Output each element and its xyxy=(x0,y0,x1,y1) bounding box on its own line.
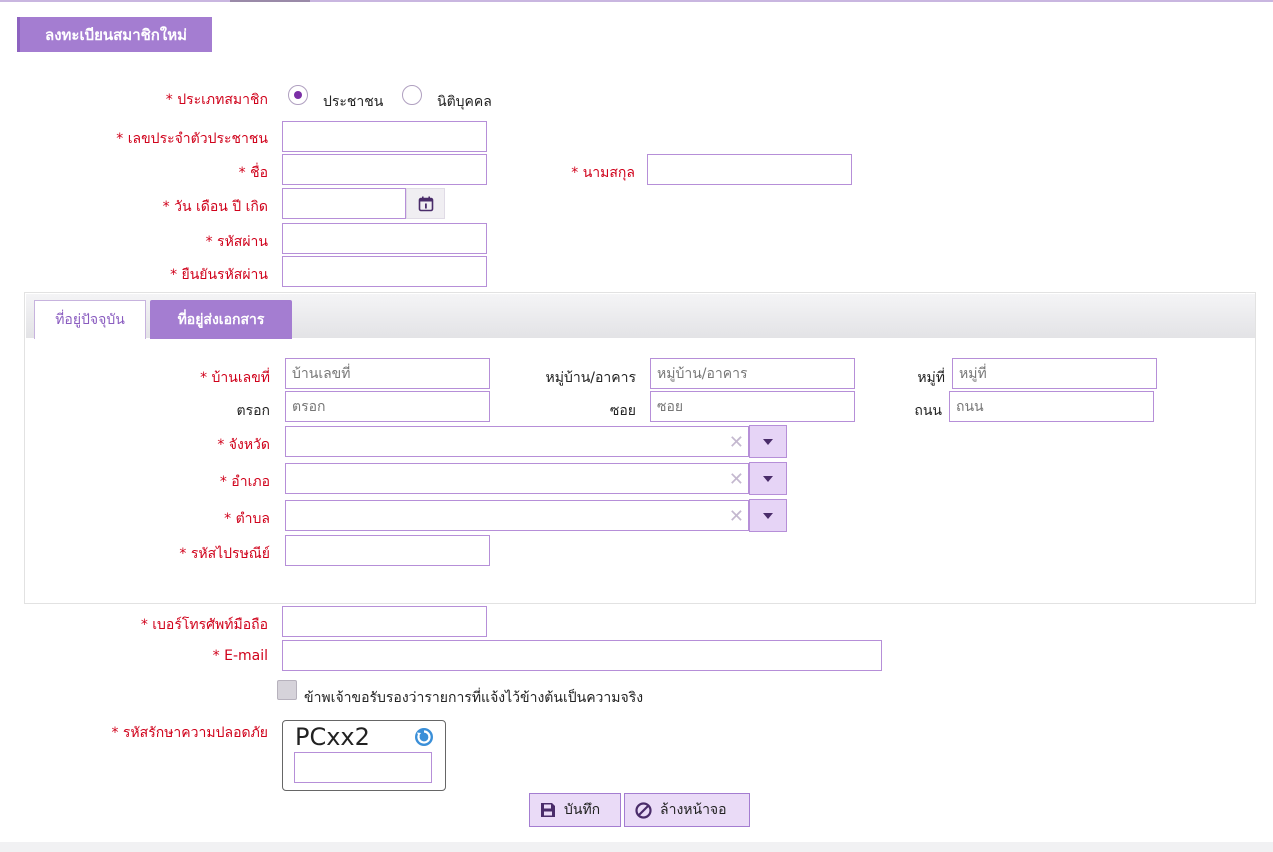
radio-member-individual[interactable] xyxy=(288,85,308,105)
birth-date-input[interactable] xyxy=(282,188,406,219)
alley-input[interactable] xyxy=(285,391,490,422)
mobile-label: * เบอร์โทรศัพท์มือถือ xyxy=(140,617,268,633)
last-name-label: * นามสกุล xyxy=(571,165,635,181)
captcha-label: * รหัสรักษาความปลอดภัย xyxy=(111,725,268,741)
address-tab-bar: ที่อยู่ปัจจุบัน ที่อยู่ส่งเอกสาร xyxy=(26,294,1255,339)
id-card-label: * เลขประจำตัวประชาชน xyxy=(116,131,268,147)
radio-member-juristic-label: นิติบุคคล xyxy=(437,94,492,110)
calendar-icon xyxy=(418,196,433,211)
tab-current-address[interactable]: ที่อยู่ปัจจุบัน xyxy=(34,300,146,339)
first-name-label: * ชื่อ xyxy=(238,165,268,181)
chevron-down-icon xyxy=(763,438,773,445)
save-button-label: บันทึก xyxy=(564,802,601,818)
refresh-icon[interactable] xyxy=(414,727,434,751)
ban-icon xyxy=(635,801,652,819)
district-select[interactable]: ✕ xyxy=(285,463,749,494)
clear-icon[interactable]: ✕ xyxy=(729,469,744,490)
clear-button[interactable]: ล้างหน้าจอ xyxy=(624,793,750,827)
top-border xyxy=(0,0,1273,2)
road-input[interactable] xyxy=(949,391,1154,422)
alley-label: ตรอก xyxy=(236,403,271,419)
id-card-input[interactable] xyxy=(282,121,487,152)
save-button[interactable]: บันทึก xyxy=(529,793,621,827)
first-name-input[interactable] xyxy=(282,154,487,185)
district-dropdown-button[interactable] xyxy=(749,462,787,495)
confirm-password-input[interactable] xyxy=(282,256,487,287)
certify-checkbox[interactable] xyxy=(277,680,297,700)
password-label: * รหัสผ่าน xyxy=(205,234,268,250)
moo-input[interactable] xyxy=(952,358,1157,389)
postcode-label: * รหัสไปรษณีย์ xyxy=(179,546,270,562)
moo-label: หมู่ที่ xyxy=(917,370,945,386)
captcha-code: PCxx2 xyxy=(295,723,370,751)
birth-date-label: * วัน เดือน ปี เกิด xyxy=(162,199,268,215)
village-label: หมู่บ้าน/อาคาร xyxy=(545,370,636,386)
last-name-input[interactable] xyxy=(647,154,852,185)
calendar-button[interactable] xyxy=(406,188,445,219)
captcha-box: PCxx2 xyxy=(282,720,446,791)
password-input[interactable] xyxy=(282,223,487,254)
house-no-label: * บ้านเลขที่ xyxy=(200,370,270,386)
clear-icon[interactable]: ✕ xyxy=(729,432,744,453)
tab-mailing-address[interactable]: ที่อยู่ส่งเอกสาร xyxy=(150,300,292,339)
certify-text: ข้าพเจ้าขอรับรองว่ารายการที่แจ้งไว้ข้างต… xyxy=(304,690,644,706)
soi-label: ซอย xyxy=(609,403,636,419)
province-dropdown-button[interactable] xyxy=(749,425,787,458)
subdistrict-select[interactable]: ✕ xyxy=(285,500,749,531)
footer-bar xyxy=(0,842,1273,852)
province-label: * จังหวัด xyxy=(217,437,270,453)
email-input[interactable] xyxy=(282,640,882,671)
subdistrict-dropdown-button[interactable] xyxy=(749,499,787,532)
clear-button-label: ล้างหน้าจอ xyxy=(660,802,727,818)
captcha-input[interactable] xyxy=(294,752,432,783)
province-select[interactable]: ✕ xyxy=(285,426,749,457)
radio-member-individual-label: ประชาชน xyxy=(323,94,384,110)
village-input[interactable] xyxy=(650,358,855,389)
district-label: * อำเภอ xyxy=(219,474,270,490)
confirm-password-label: * ยืนยันรหัสผ่าน xyxy=(170,267,268,283)
page-title: ลงทะเบียนสมาชิกใหม่ xyxy=(17,17,212,52)
mobile-input[interactable] xyxy=(282,606,487,637)
soi-input[interactable] xyxy=(650,391,855,422)
chevron-down-icon xyxy=(763,512,773,519)
floppy-disk-icon xyxy=(541,803,555,817)
member-type-label: * ประเภทสมาชิก xyxy=(165,92,268,108)
house-no-input[interactable] xyxy=(285,358,490,389)
top-border-scroll-indicator xyxy=(230,0,310,2)
subdistrict-label: * ตำบล xyxy=(224,511,270,527)
chevron-down-icon xyxy=(763,475,773,482)
postcode-input[interactable] xyxy=(285,535,490,566)
radio-member-juristic[interactable] xyxy=(402,85,422,105)
email-label: * E-mail xyxy=(212,648,268,664)
road-label: ถนน xyxy=(914,403,942,419)
clear-icon[interactable]: ✕ xyxy=(729,506,744,527)
